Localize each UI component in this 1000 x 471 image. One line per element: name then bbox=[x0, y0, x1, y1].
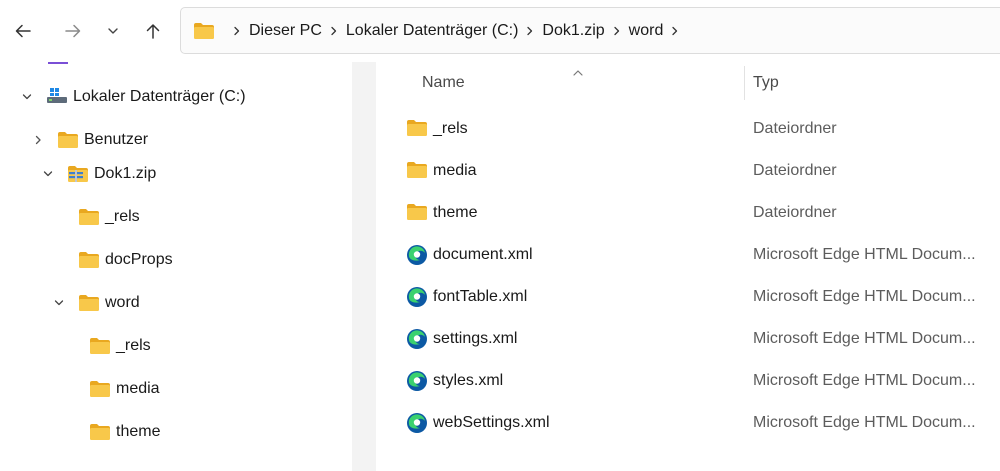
breadcrumb-chevron-icon[interactable] bbox=[322, 21, 346, 41]
column-resize-handle[interactable] bbox=[744, 66, 745, 100]
tree-item-benutzer[interactable]: Benutzer bbox=[0, 125, 352, 155]
edge-icon bbox=[406, 244, 428, 271]
folder-icon bbox=[406, 119, 428, 142]
file-row[interactable]: media Dateiordner bbox=[376, 150, 1000, 192]
folder-icon bbox=[406, 161, 428, 184]
breadcrumb-drive[interactable]: Lokaler Datenträger (C:) bbox=[346, 22, 519, 40]
breadcrumb-chevron-icon[interactable] bbox=[518, 21, 542, 41]
arrow-up-icon bbox=[143, 21, 163, 41]
breadcrumb-chevron-icon[interactable] bbox=[605, 21, 629, 41]
breadcrumb-chevron-icon[interactable] bbox=[663, 21, 687, 41]
chevron-down-icon[interactable] bbox=[40, 166, 56, 182]
edge-icon bbox=[406, 370, 428, 397]
file-row[interactable]: theme Dateiordner bbox=[376, 192, 1000, 234]
file-name: webSettings.xml bbox=[433, 414, 550, 431]
edge-icon bbox=[406, 286, 428, 313]
tree-item-label: _rels bbox=[105, 208, 140, 225]
tree-item-label: Dok1.zip bbox=[94, 165, 157, 182]
file-row[interactable]: _rels Dateiordner bbox=[376, 108, 1000, 150]
tree-item-label: theme bbox=[116, 423, 161, 440]
sort-ascending-icon bbox=[572, 64, 584, 82]
recent-locations-button[interactable] bbox=[96, 14, 130, 48]
toolbar: Dieser PC Lokaler Datenträger (C:) Dok1.… bbox=[0, 0, 1000, 62]
file-name: media bbox=[433, 162, 477, 179]
tree-item-word-rels[interactable]: _rels bbox=[0, 331, 352, 361]
tree-item-label: _rels bbox=[116, 337, 151, 354]
file-name: _rels bbox=[433, 120, 468, 137]
forward-button[interactable] bbox=[56, 14, 90, 48]
file-type: Microsoft Edge HTML Docum... bbox=[753, 246, 976, 263]
tree-item-label: Benutzer bbox=[84, 131, 149, 148]
tree-item-drive[interactable]: Lokaler Datenträger (C:) bbox=[0, 82, 352, 112]
file-row[interactable]: fontTable.xml Microsoft Edge HTML Docum.… bbox=[376, 276, 1000, 318]
chevron-right-icon[interactable] bbox=[30, 132, 46, 148]
tree-item-label: docProps bbox=[105, 251, 173, 268]
address-bar[interactable]: Dieser PC Lokaler Datenträger (C:) Dok1.… bbox=[180, 7, 1000, 54]
file-name: styles.xml bbox=[433, 372, 504, 389]
folder-icon bbox=[89, 423, 111, 446]
scroll-edge-marker bbox=[48, 62, 68, 64]
folder-icon bbox=[78, 294, 100, 317]
chevron-down-icon[interactable] bbox=[51, 295, 67, 311]
file-row[interactable]: settings.xml Microsoft Edge HTML Docum..… bbox=[376, 318, 1000, 360]
tree-item-docprops[interactable]: docProps bbox=[0, 245, 352, 275]
folder-icon bbox=[406, 203, 428, 226]
file-name: settings.xml bbox=[433, 330, 518, 347]
tree-item-label: media bbox=[116, 380, 160, 397]
file-row[interactable]: document.xml Microsoft Edge HTML Docum..… bbox=[376, 234, 1000, 276]
folder-icon bbox=[89, 380, 111, 403]
tree-item-label: word bbox=[105, 294, 140, 311]
tree-item-word-theme[interactable]: theme bbox=[0, 417, 352, 447]
tree-item-rels[interactable]: _rels bbox=[0, 202, 352, 232]
folder-icon bbox=[193, 22, 215, 40]
arrow-left-icon bbox=[13, 21, 33, 41]
edge-icon bbox=[406, 412, 428, 439]
zip-folder-icon bbox=[67, 165, 89, 188]
chevron-down-icon[interactable] bbox=[19, 89, 35, 105]
breadcrumb-word[interactable]: word bbox=[629, 22, 664, 40]
file-type: Dateiordner bbox=[753, 204, 837, 221]
folder-icon bbox=[57, 131, 79, 154]
file-row[interactable]: webSettings.xml Microsoft Edge HTML Docu… bbox=[376, 402, 1000, 444]
folder-icon bbox=[78, 251, 100, 274]
chevron-down-icon bbox=[106, 24, 120, 38]
tree-item-label: Lokaler Datenträger (C:) bbox=[73, 88, 246, 105]
up-button[interactable] bbox=[136, 14, 170, 48]
file-row[interactable]: styles.xml Microsoft Edge HTML Docum... bbox=[376, 360, 1000, 402]
breadcrumb-chevron-icon[interactable] bbox=[225, 21, 249, 41]
column-header-row: Name Typ bbox=[376, 62, 1000, 104]
back-button[interactable] bbox=[6, 14, 40, 48]
arrow-right-icon bbox=[63, 21, 83, 41]
file-type: Microsoft Edge HTML Docum... bbox=[753, 330, 976, 347]
file-type: Dateiordner bbox=[753, 162, 837, 179]
tree-item-word[interactable]: word bbox=[0, 288, 352, 318]
breadcrumb-dieser-pc[interactable]: Dieser PC bbox=[249, 22, 322, 40]
folder-icon bbox=[89, 337, 111, 360]
edge-icon bbox=[406, 328, 428, 355]
folder-icon bbox=[78, 208, 100, 231]
file-name: theme bbox=[433, 204, 478, 221]
column-header-name[interactable]: Name bbox=[422, 74, 465, 92]
file-type: Microsoft Edge HTML Docum... bbox=[753, 372, 976, 389]
tree-item-word-media[interactable]: media bbox=[0, 374, 352, 404]
tree-item-dok1-zip[interactable]: Dok1.zip bbox=[0, 159, 352, 189]
file-type: Microsoft Edge HTML Docum... bbox=[753, 414, 976, 431]
pane-splitter[interactable] bbox=[352, 62, 376, 471]
file-name: document.xml bbox=[433, 246, 533, 263]
navigation-pane: Lokaler Datenträger (C:) Benutzer Dok1.z… bbox=[0, 62, 352, 471]
column-header-type[interactable]: Typ bbox=[753, 74, 779, 92]
drive-icon bbox=[46, 87, 68, 110]
file-type: Dateiordner bbox=[753, 120, 837, 137]
file-type: Microsoft Edge HTML Docum... bbox=[753, 288, 976, 305]
file-name: fontTable.xml bbox=[433, 288, 528, 305]
file-list: Name Typ _rels Dateiordner media Dateior… bbox=[376, 62, 1000, 471]
breadcrumb-zip[interactable]: Dok1.zip bbox=[542, 22, 604, 40]
